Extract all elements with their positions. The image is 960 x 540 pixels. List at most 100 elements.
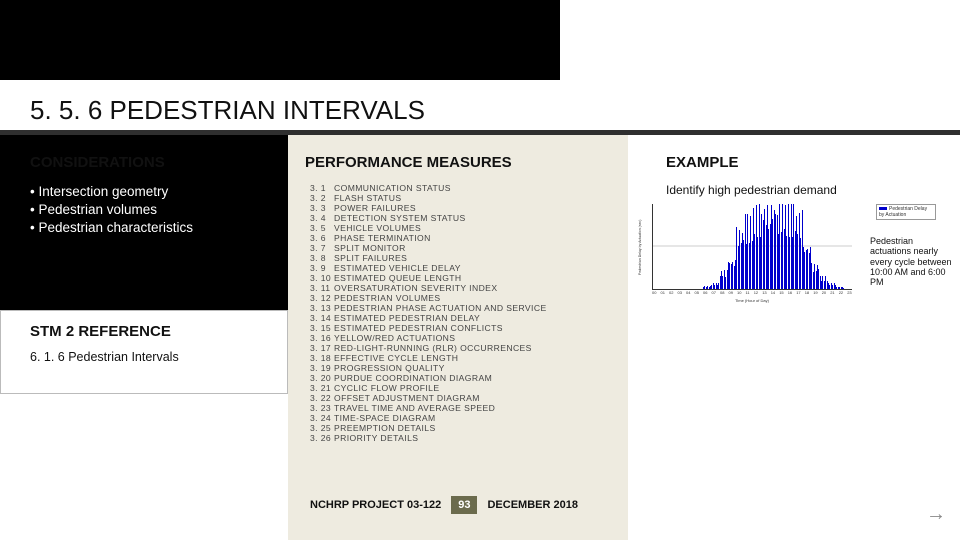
performance-item: 3. 19PROGRESSION QUALITY	[310, 363, 605, 373]
performance-list: 3. 1COMMUNICATION STATUS3. 2FLASH STATUS…	[310, 183, 605, 443]
footer-project: NCHRP PROJECT 03-122	[310, 499, 441, 511]
performance-item-number: 3. 20	[310, 373, 334, 383]
chart-x-tick: 21	[830, 290, 834, 298]
performance-item: 3. 5VEHICLE VOLUMES	[310, 223, 605, 233]
page-number-badge: 93	[451, 496, 477, 514]
chart-x-tick: 05	[695, 290, 699, 298]
chart-callout: Pedestrian actuations nearly every cycle…	[870, 236, 955, 288]
performance-item-number: 3. 1	[310, 183, 334, 193]
performance-item-number: 3. 16	[310, 333, 334, 343]
performance-item: 3. 17RED-LIGHT-RUNNING (RLR) OCCURRENCES	[310, 343, 605, 353]
chart-x-ticks: 0001020304050607080910111213141516171819…	[652, 290, 852, 298]
performance-item-label: PREEMPTION DETAILS	[334, 423, 436, 433]
chart-x-tick: 00	[652, 290, 656, 298]
performance-item-number: 3. 10	[310, 273, 334, 283]
list-item: Pedestrian characteristics	[30, 219, 260, 237]
performance-item-label: CYCLIC FLOW PROFILE	[334, 383, 440, 393]
chart-bar	[843, 288, 844, 289]
performance-item: 3. 8SPLIT FAILURES	[310, 253, 605, 263]
performance-item-label: EFFECTIVE CYCLE LENGTH	[334, 353, 458, 363]
performance-item: 3. 7SPLIT MONITOR	[310, 243, 605, 253]
performance-item-number: 3. 21	[310, 383, 334, 393]
performance-item: 3. 6PHASE TERMINATION	[310, 233, 605, 243]
performance-item: 3. 16YELLOW/RED ACTUATIONS	[310, 333, 605, 343]
performance-item-number: 3. 2	[310, 193, 334, 203]
performance-item-number: 3. 9	[310, 263, 334, 273]
header-black-block	[0, 0, 560, 80]
performance-item: 3. 4DETECTION SYSTEM STATUS	[310, 213, 605, 223]
footer: NCHRP PROJECT 03-122 93 DECEMBER 2018	[310, 496, 578, 514]
chart-x-tick: 07	[712, 290, 716, 298]
performance-item-number: 3. 22	[310, 393, 334, 403]
performance-item-label: PRIORITY DETAILS	[334, 433, 418, 443]
chart-x-tick: 14	[771, 290, 775, 298]
considerations-list: Intersection geometry Pedestrian volumes…	[30, 183, 260, 238]
chart-x-tick: 12	[754, 290, 758, 298]
performance-item-label: OVERSATURATION SEVERITY INDEX	[334, 283, 497, 293]
chart-x-tick: 15	[779, 290, 783, 298]
performance-item: 3. 1COMMUNICATION STATUS	[310, 183, 605, 193]
next-arrow-icon[interactable]: →	[926, 503, 946, 526]
chart-y-axis-label: Pedestrian Delay by Actuation (sec)	[638, 204, 648, 290]
performance-item-number: 3. 12	[310, 293, 334, 303]
chart-x-tick: 23	[847, 290, 851, 298]
performance-item-label: DETECTION SYSTEM STATUS	[334, 213, 466, 223]
chart-x-tick: 22	[839, 290, 843, 298]
performance-item: 3. 22OFFSET ADJUSTMENT DIAGRAM	[310, 393, 605, 403]
performance-item-number: 3. 14	[310, 313, 334, 323]
chart-x-tick: 03	[678, 290, 682, 298]
pedestrian-demand-chart: Pedestrian Delay by Actuation (sec) 00 01…	[640, 204, 870, 304]
performance-item-label: PURDUE COORDINATION DIAGRAM	[334, 373, 492, 383]
performance-item: 3. 9ESTIMATED VEHICLE DELAY	[310, 263, 605, 273]
performance-item-number: 3. 24	[310, 413, 334, 423]
performance-item-label: PEDESTRIAN PHASE ACTUATION AND SERVICE	[334, 303, 547, 313]
performance-item: 3. 13PEDESTRIAN PHASE ACTUATION AND SERV…	[310, 303, 605, 313]
performance-item: 3. 15ESTIMATED PEDESTRIAN CONFLICTS	[310, 323, 605, 333]
chart-x-tick: 09	[729, 290, 733, 298]
chart-plot-area	[652, 204, 852, 290]
chart-x-tick: 19	[813, 290, 817, 298]
performance-item-number: 3. 11	[310, 283, 334, 293]
performance-item: 3. 18EFFECTIVE CYCLE LENGTH	[310, 353, 605, 363]
performance-item-label: PROGRESSION QUALITY	[334, 363, 445, 373]
performance-item-label: YELLOW/RED ACTUATIONS	[334, 333, 455, 343]
performance-item: 3. 2FLASH STATUS	[310, 193, 605, 203]
performance-item-number: 3. 3	[310, 203, 334, 213]
performance-item: 3. 21CYCLIC FLOW PROFILE	[310, 383, 605, 393]
performance-item-number: 3. 13	[310, 303, 334, 313]
chart-x-tick: 17	[796, 290, 800, 298]
performance-item-label: COMMUNICATION STATUS	[334, 183, 451, 193]
chart-legend: Pedestrian Delay by Actuation	[876, 204, 936, 220]
page-title: 5. 5. 6 PEDESTRIAN INTERVALS	[30, 95, 425, 126]
performance-item-label: ESTIMATED QUEUE LENGTH	[334, 273, 462, 283]
chart-x-tick: 06	[703, 290, 707, 298]
performance-item: 3. 10ESTIMATED QUEUE LENGTH	[310, 273, 605, 283]
chart-x-axis-label: Time (Hour of Day)	[652, 298, 852, 303]
performance-item-label: ESTIMATED VEHICLE DELAY	[334, 263, 461, 273]
performance-item-label: POWER FAILURES	[334, 203, 416, 213]
performance-item-number: 3. 23	[310, 403, 334, 413]
example-heading: EXAMPLE	[666, 154, 739, 171]
performance-item-label: TRAVEL TIME AND AVERAGE SPEED	[334, 403, 495, 413]
performance-item-label: FLASH STATUS	[334, 193, 402, 203]
chart-x-tick: 18	[805, 290, 809, 298]
performance-item-label: PEDESTRIAN VOLUMES	[334, 293, 441, 303]
chart-x-tick: 08	[720, 290, 724, 298]
performance-item-label: PHASE TERMINATION	[334, 233, 431, 243]
stm-reference-text: 6. 1. 6 Pedestrian Intervals	[30, 350, 179, 364]
performance-item: 3. 23TRAVEL TIME AND AVERAGE SPEED	[310, 403, 605, 413]
performance-item-label: ESTIMATED PEDESTRIAN DELAY	[334, 313, 480, 323]
performance-item-label: TIME-SPACE DIAGRAM	[334, 413, 436, 423]
chart-x-tick: 16	[788, 290, 792, 298]
legend-swatch-icon	[879, 207, 887, 210]
chart-x-tick: 13	[762, 290, 766, 298]
performance-item-number: 3. 6	[310, 233, 334, 243]
performance-heading: PERFORMANCE MEASURES	[305, 154, 512, 171]
stm-heading: STM 2 REFERENCE	[30, 323, 171, 340]
performance-item-number: 3. 5	[310, 223, 334, 233]
performance-item-label: ESTIMATED PEDESTRIAN CONFLICTS	[334, 323, 503, 333]
chart-x-tick: 01	[661, 290, 665, 298]
chart-x-tick: 11	[746, 290, 750, 298]
performance-item-number: 3. 17	[310, 343, 334, 353]
list-item: Intersection geometry	[30, 183, 260, 201]
